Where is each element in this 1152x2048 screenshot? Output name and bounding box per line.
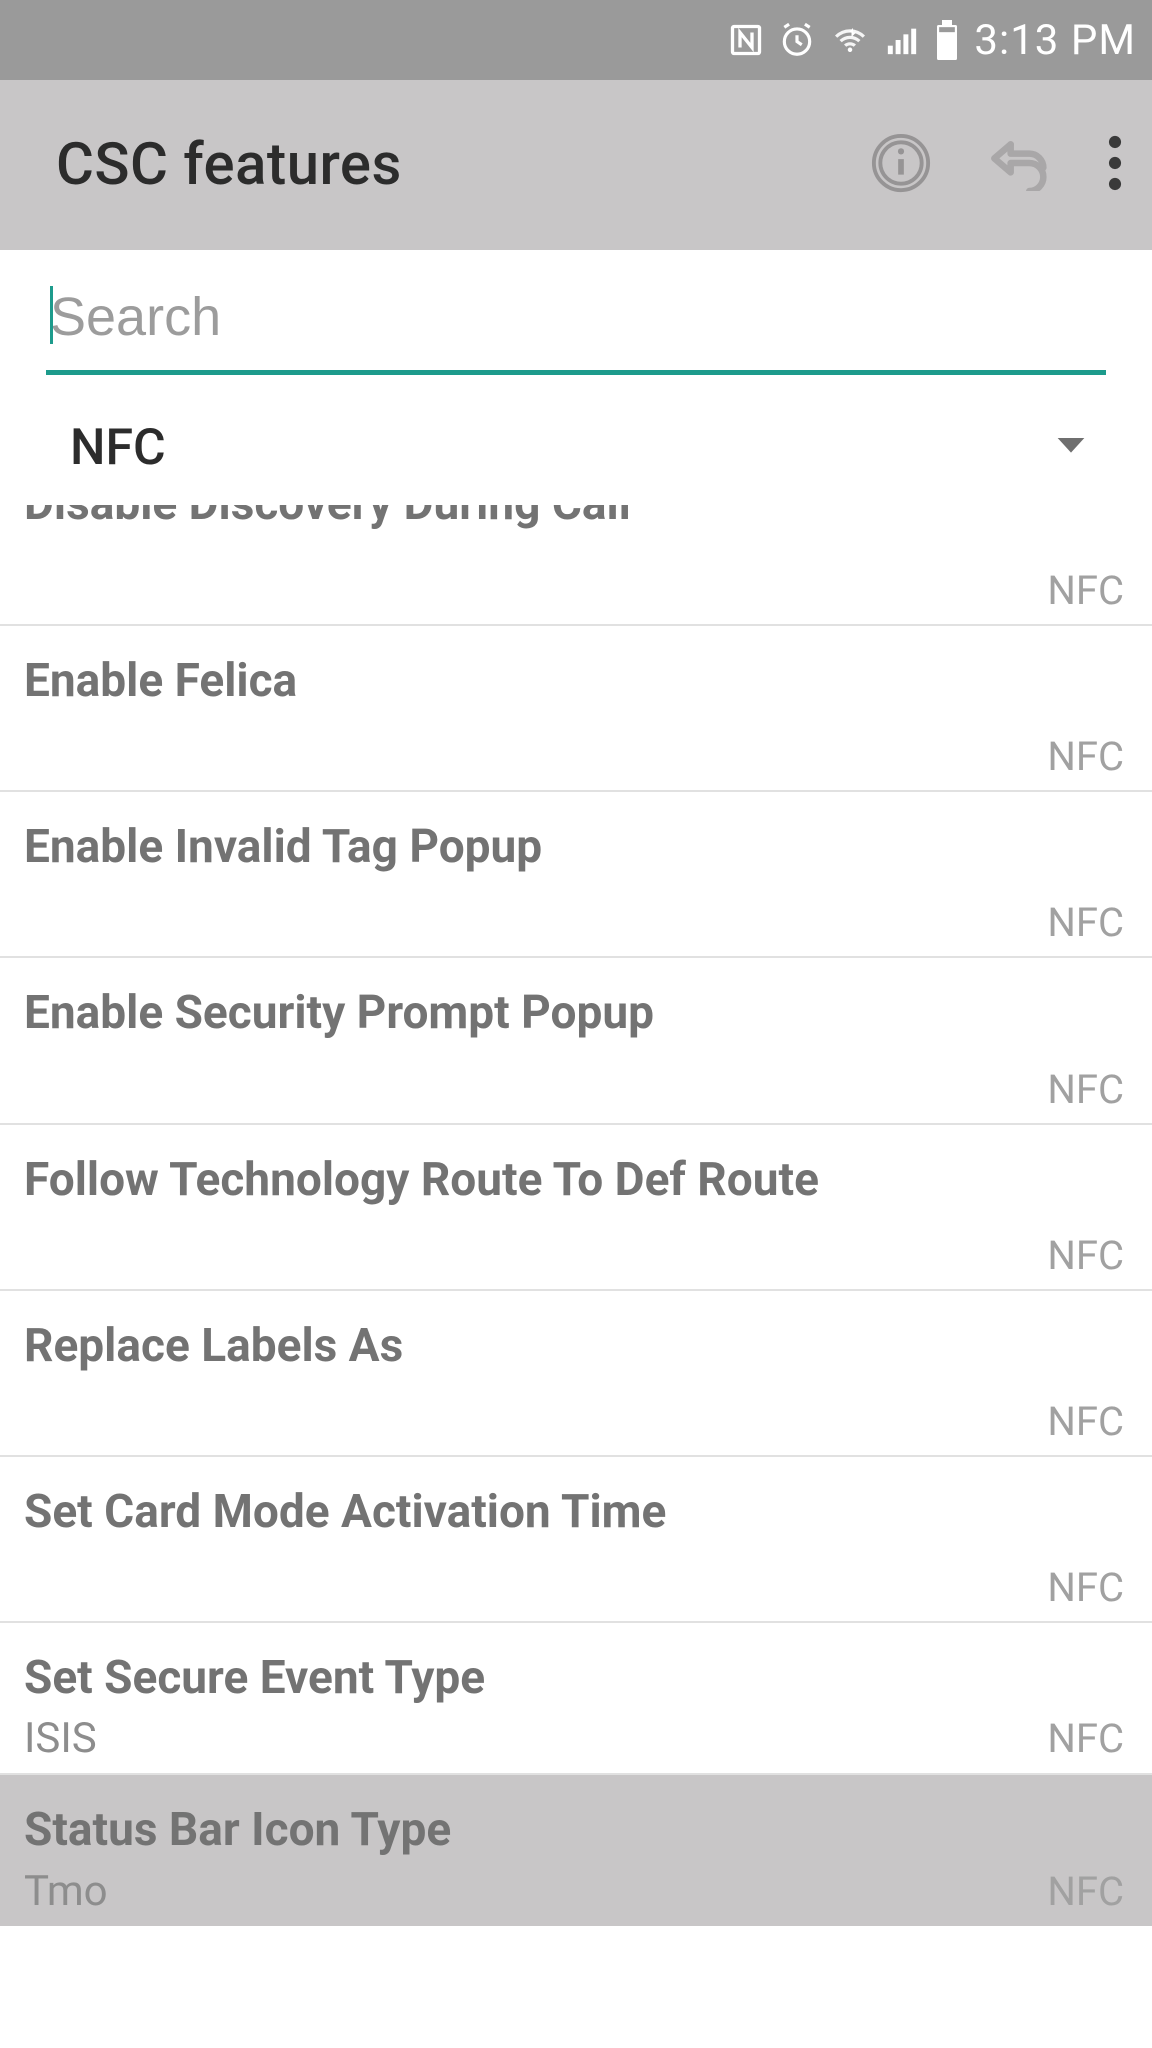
info-icon (870, 132, 932, 198)
status-bar: 3:13 PM (0, 0, 1152, 80)
list-item-title: Enable Security Prompt Popup (24, 978, 1128, 1041)
list-item[interactable]: Enable Felica NFC (0, 624, 1152, 790)
back-button[interactable] (987, 135, 1053, 195)
list-item-bottom: ISIS NFC (24, 1706, 1128, 1763)
undo-icon (987, 135, 1053, 195)
list-item-tag: NFC (1047, 733, 1128, 780)
list-item-tag: NFC (1047, 1066, 1128, 1113)
list-item-title: Enable Felica (24, 646, 1128, 709)
list-item-tag: NFC (1047, 1868, 1128, 1915)
list-item-title: Disable Discovery During Call (24, 505, 631, 531)
list-item-bottom: Tmo NFC (24, 1859, 1128, 1916)
alarm-icon (778, 21, 816, 59)
list-item-cutoff[interactable]: Disable Discovery During Call NFC (0, 505, 1152, 624)
list-item-tag: NFC (1047, 899, 1128, 946)
text-cursor (50, 286, 53, 344)
list-item-title: Enable Invalid Tag Popup (24, 812, 1128, 875)
search-input[interactable] (46, 272, 1106, 375)
dropdown-arrow-icon (1056, 438, 1086, 458)
list-item-tag: NFC (1047, 1232, 1128, 1279)
bottom-space (0, 1926, 1152, 2048)
list-item-bottom: NFC (24, 1374, 1128, 1445)
list-item-bottom: NFC (24, 1540, 1128, 1611)
feature-list: Enable FelicaNFCEnable Invalid Tag Popup… (0, 624, 1152, 1926)
signal-icon (884, 23, 920, 57)
battery-icon (934, 20, 960, 60)
search-container (0, 250, 1152, 375)
list-item-title: Follow Technology Route To Def Route (24, 1145, 1128, 1208)
list-item[interactable]: Set Card Mode Activation Time NFC (0, 1455, 1152, 1621)
list-item[interactable]: Set Secure Event Type ISIS NFC (0, 1621, 1152, 1773)
list-item-bottom: NFC (24, 709, 1128, 780)
appbar-actions (870, 132, 1122, 198)
list-item-title: Set Secure Event Type (24, 1643, 1128, 1706)
overflow-button[interactable] (1108, 135, 1122, 195)
list-item-bottom: NFC (24, 1208, 1128, 1279)
list-item[interactable]: Enable Invalid Tag Popup NFC (0, 790, 1152, 956)
category-selected-label: NFC (70, 419, 166, 477)
list-item-bottom: NFC (24, 875, 1128, 946)
more-vert-icon (1108, 135, 1122, 195)
status-time: 3:13 PM (974, 16, 1136, 65)
list-item-value: Tmo (24, 1867, 108, 1916)
page-title: CSC features (56, 131, 870, 199)
list-item-title: Status Bar Icon Type (24, 1795, 1128, 1858)
wifi-icon (830, 22, 870, 58)
list-item[interactable]: Status Bar Icon Type Tmo NFC (0, 1773, 1152, 1925)
nfc-icon (728, 22, 764, 58)
list-item-tag: NFC (1047, 1564, 1128, 1611)
category-dropdown[interactable]: NFC (0, 375, 1152, 505)
list-item-bottom: NFC (24, 1042, 1128, 1113)
list-item-tag: NFC (24, 543, 1128, 624)
list-item-title: Replace Labels As (24, 1311, 1128, 1374)
list-item-tag: NFC (1047, 1398, 1128, 1445)
list-item[interactable]: Enable Security Prompt Popup NFC (0, 956, 1152, 1122)
list-item[interactable]: Replace Labels As NFC (0, 1289, 1152, 1455)
list-item-title: Set Card Mode Activation Time (24, 1477, 1128, 1540)
app-bar: CSC features (0, 80, 1152, 250)
info-button[interactable] (870, 132, 932, 198)
screen: 3:13 PM CSC features (0, 0, 1152, 2048)
list-item-value: ISIS (24, 1714, 97, 1763)
list-item-tag: NFC (1047, 1715, 1128, 1762)
list-item[interactable]: Follow Technology Route To Def Route NFC (0, 1123, 1152, 1289)
